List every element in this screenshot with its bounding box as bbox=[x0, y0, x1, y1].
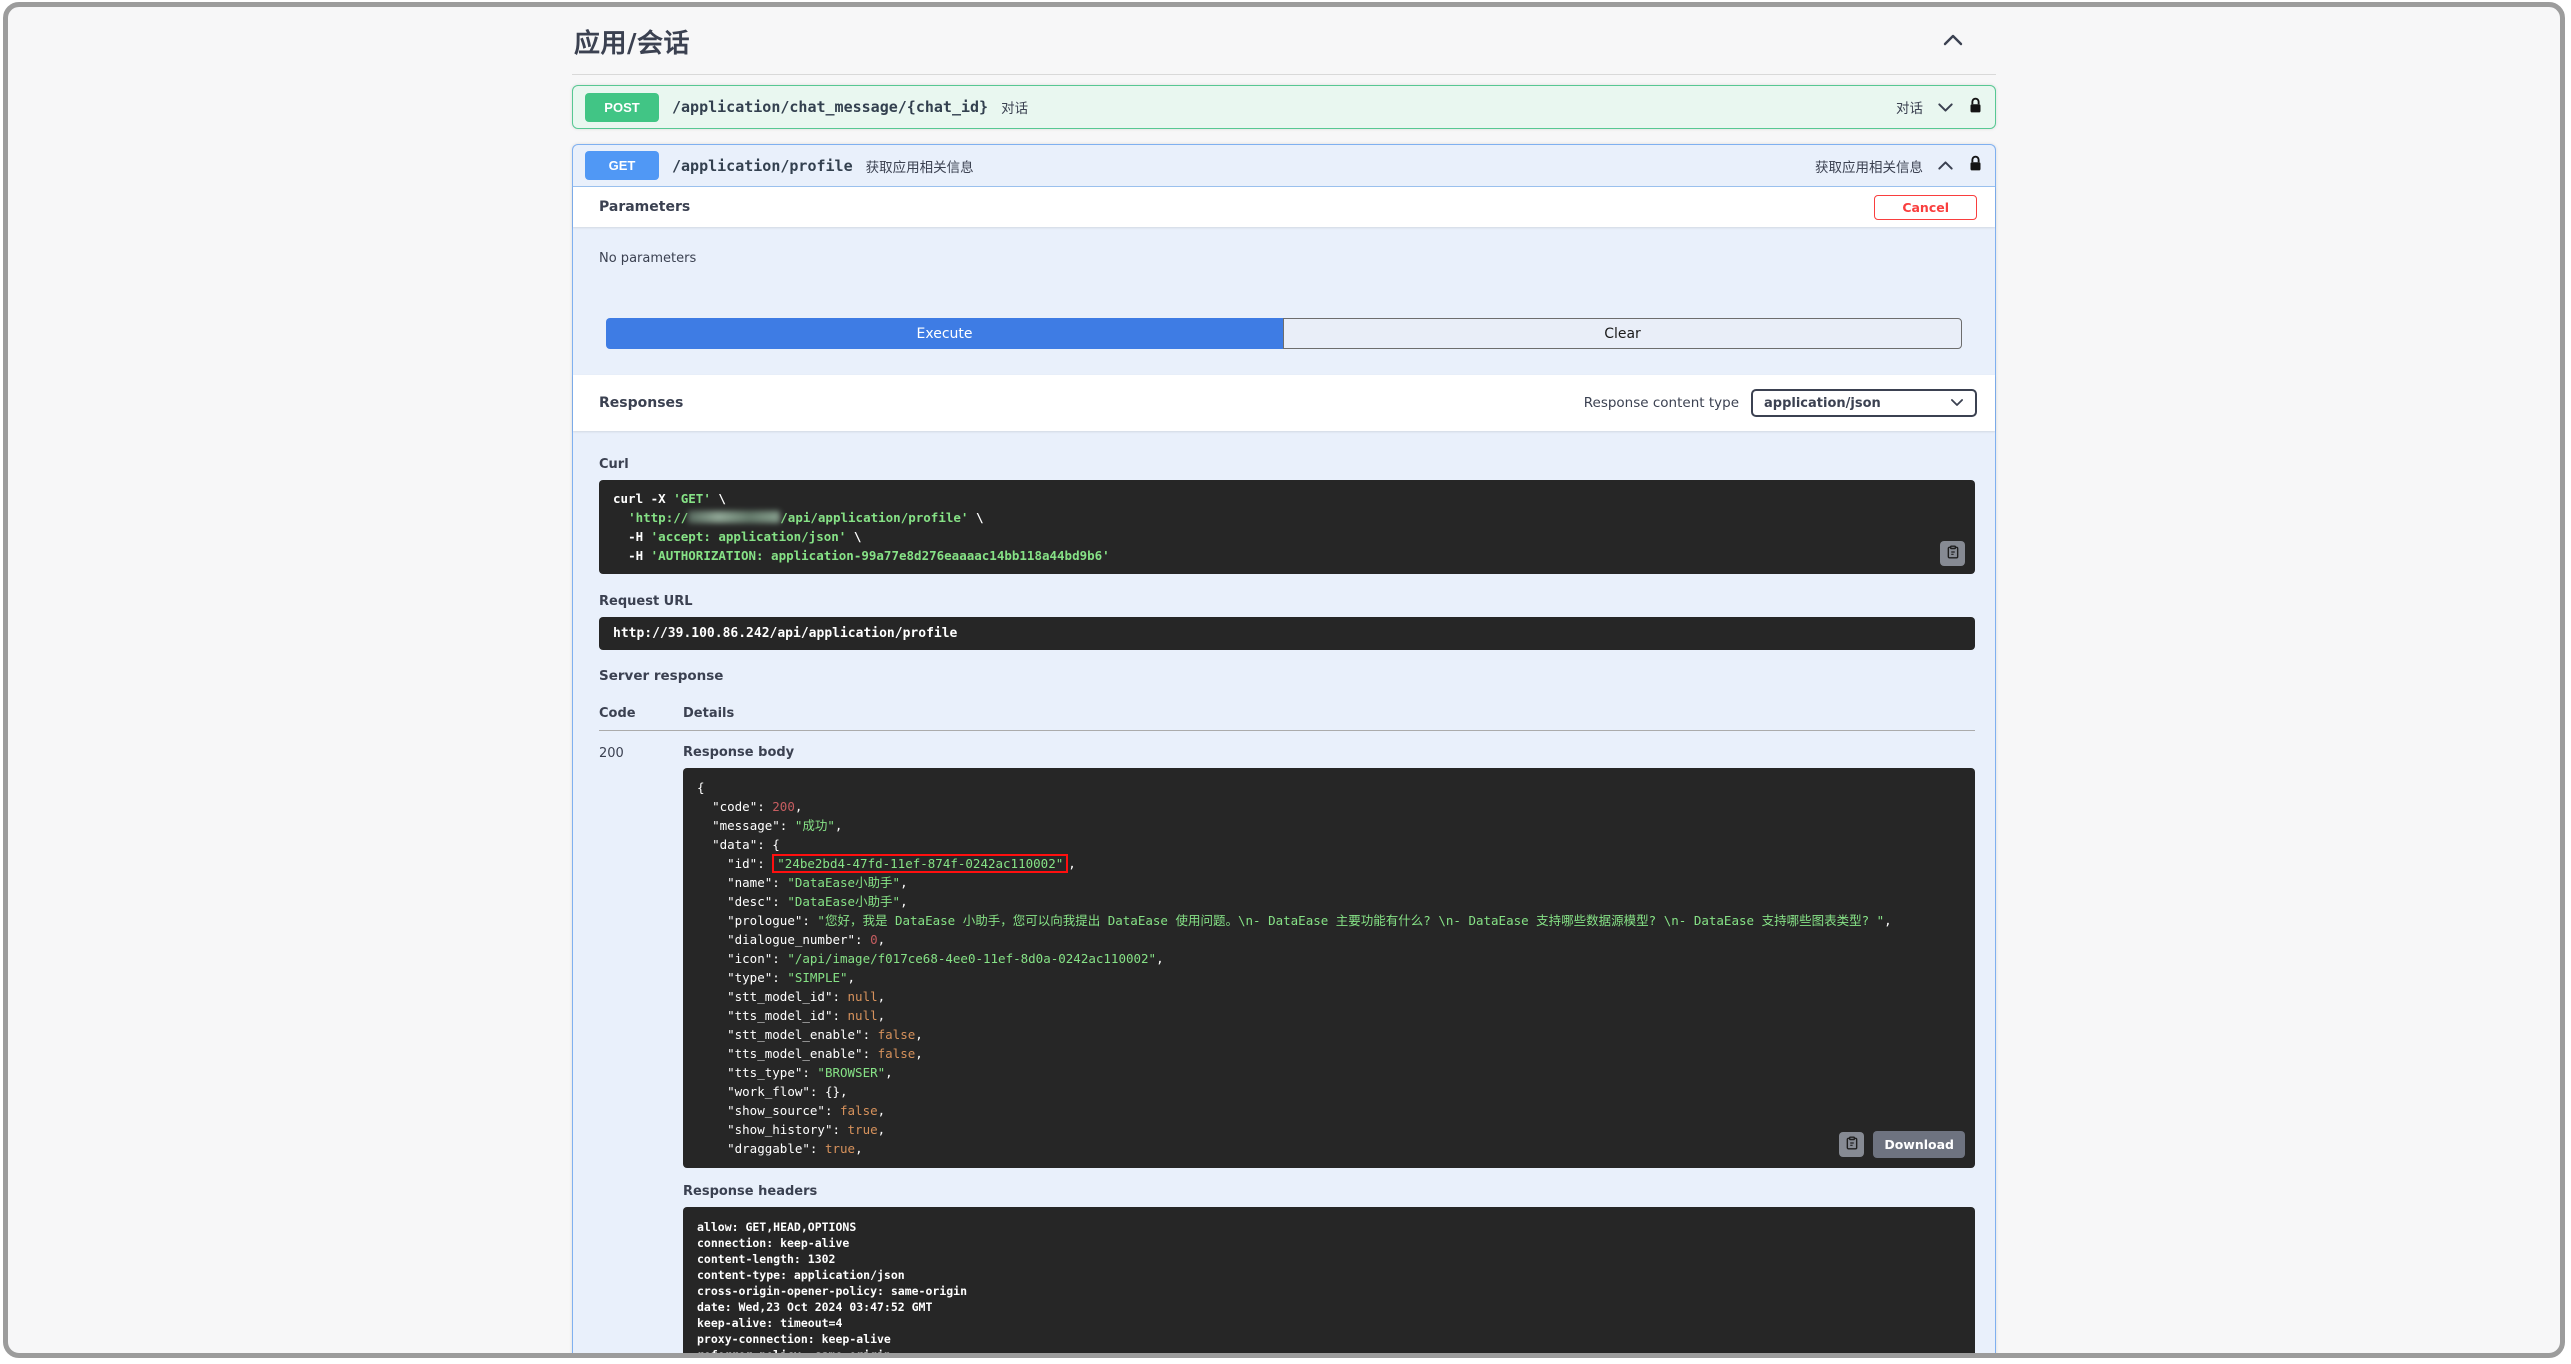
chevron-down-icon bbox=[1937, 98, 1954, 117]
copy-curl-button[interactable] bbox=[1940, 541, 1965, 566]
clear-button[interactable]: Clear bbox=[1283, 318, 1962, 349]
chevron-up-icon bbox=[1937, 156, 1954, 175]
section-collapse-button[interactable] bbox=[1940, 31, 1966, 52]
table-divider bbox=[599, 730, 1975, 731]
get-header-right: 获取应用相关信息 bbox=[1815, 155, 1983, 176]
response-details: Response body { "code": 200, "message": … bbox=[683, 745, 1975, 1358]
post-summary-right: 对话 bbox=[1896, 101, 1923, 117]
request-url-label: Request URL bbox=[599, 594, 693, 609]
lock-icon[interactable] bbox=[1968, 97, 1983, 118]
post-endpoint-header[interactable]: POST /application/chat_message/{chat_id}… bbox=[573, 86, 1995, 128]
response-body-json: { "code": 200, "message": "成功", "data": … bbox=[697, 780, 1892, 1156]
curl-label: Curl bbox=[599, 457, 629, 472]
execute-row: Execute Clear bbox=[606, 318, 1962, 349]
api-section-header: 应用/会话 bbox=[572, 23, 1996, 60]
content-type-wrap: Response content type application/json bbox=[1584, 389, 1977, 417]
get-endpoint-header[interactable]: GET /application/profile 获取应用相关信息 获取应用相关… bbox=[573, 145, 1995, 187]
response-headers-block: allow: GET,HEAD,OPTIONS connection: keep-… bbox=[683, 1207, 1975, 1358]
lock-icon[interactable] bbox=[1968, 155, 1983, 176]
response-body-block: { "code": 200, "message": "成功", "data": … bbox=[683, 768, 1975, 1168]
responses-section-header: Responses Response content type applicat… bbox=[573, 375, 1995, 431]
get-summary-right: 获取应用相关信息 bbox=[1815, 159, 1923, 176]
parameters-title: Parameters bbox=[599, 199, 691, 215]
chevron-down-icon bbox=[1950, 396, 1964, 411]
details-column-header: Details bbox=[683, 706, 735, 721]
response-headers-label: Response headers bbox=[683, 1184, 818, 1199]
section-divider bbox=[572, 74, 1996, 75]
chevron-up-icon bbox=[1942, 33, 1964, 50]
response-body-actions: Download bbox=[1839, 1131, 1965, 1158]
server-response-label: Server response bbox=[599, 668, 724, 684]
content-type-label: Response content type bbox=[1583, 395, 1739, 411]
responses-title: Responses bbox=[599, 395, 684, 411]
swagger-content: 应用/会话 POST /application/chat_message/{ch… bbox=[572, 7, 1996, 1358]
content-type-value: application/json bbox=[1764, 395, 1881, 411]
parameters-section-header: Parameters Cancel bbox=[573, 187, 1995, 227]
request-url-block: http://39.100.86.242/api/application/pro… bbox=[599, 617, 1975, 650]
status-code: 200 bbox=[599, 746, 624, 761]
opblock-post-chat-message: POST /application/chat_message/{chat_id}… bbox=[572, 85, 1996, 129]
copy-response-button[interactable] bbox=[1839, 1132, 1865, 1157]
cancel-button[interactable]: Cancel bbox=[1874, 194, 1977, 220]
post-header-right: 对话 bbox=[1896, 97, 1983, 118]
execute-button[interactable]: Execute bbox=[606, 318, 1283, 349]
curl-code: curl -X 'GET' \ 'http:///api/application… bbox=[613, 491, 1110, 563]
clipboard-icon bbox=[1845, 1136, 1859, 1153]
curl-command-block: curl -X 'GET' \ 'http:///api/application… bbox=[599, 480, 1975, 574]
response-headers-text: allow: GET,HEAD,OPTIONS connection: keep-… bbox=[697, 1220, 968, 1358]
opblock-get-profile: GET /application/profile 获取应用相关信息 获取应用相关… bbox=[572, 144, 1996, 1358]
post-endpoint-path: /application/chat_message/{chat_id} bbox=[672, 98, 989, 116]
clipboard-icon bbox=[1946, 545, 1960, 562]
get-endpoint-summary: 获取应用相关信息 bbox=[865, 159, 974, 176]
response-content-type-select[interactable]: application/json bbox=[1751, 389, 1977, 417]
section-title: 应用/会话 bbox=[574, 29, 690, 59]
get-method-badge: GET bbox=[585, 151, 659, 180]
response-body-label: Response body bbox=[683, 745, 795, 760]
get-endpoint-path: /application/profile bbox=[672, 156, 853, 175]
parameters-body: No parameters bbox=[573, 227, 1995, 266]
window-frame: 应用/会话 POST /application/chat_message/{ch… bbox=[3, 2, 2565, 1358]
post-method-badge: POST bbox=[585, 92, 659, 122]
download-button[interactable]: Download bbox=[1873, 1131, 1965, 1158]
code-column-header: Code bbox=[599, 706, 636, 721]
response-row: 200 Response body { "code": 200, "messag… bbox=[599, 745, 1975, 1358]
no-parameters-text: No parameters bbox=[599, 251, 697, 266]
responses-body: Curl curl -X 'GET' \ 'http:///api/applic… bbox=[573, 431, 1995, 1358]
post-endpoint-summary: 对话 bbox=[1001, 101, 1029, 117]
response-table-header: Code Details bbox=[599, 706, 1975, 721]
